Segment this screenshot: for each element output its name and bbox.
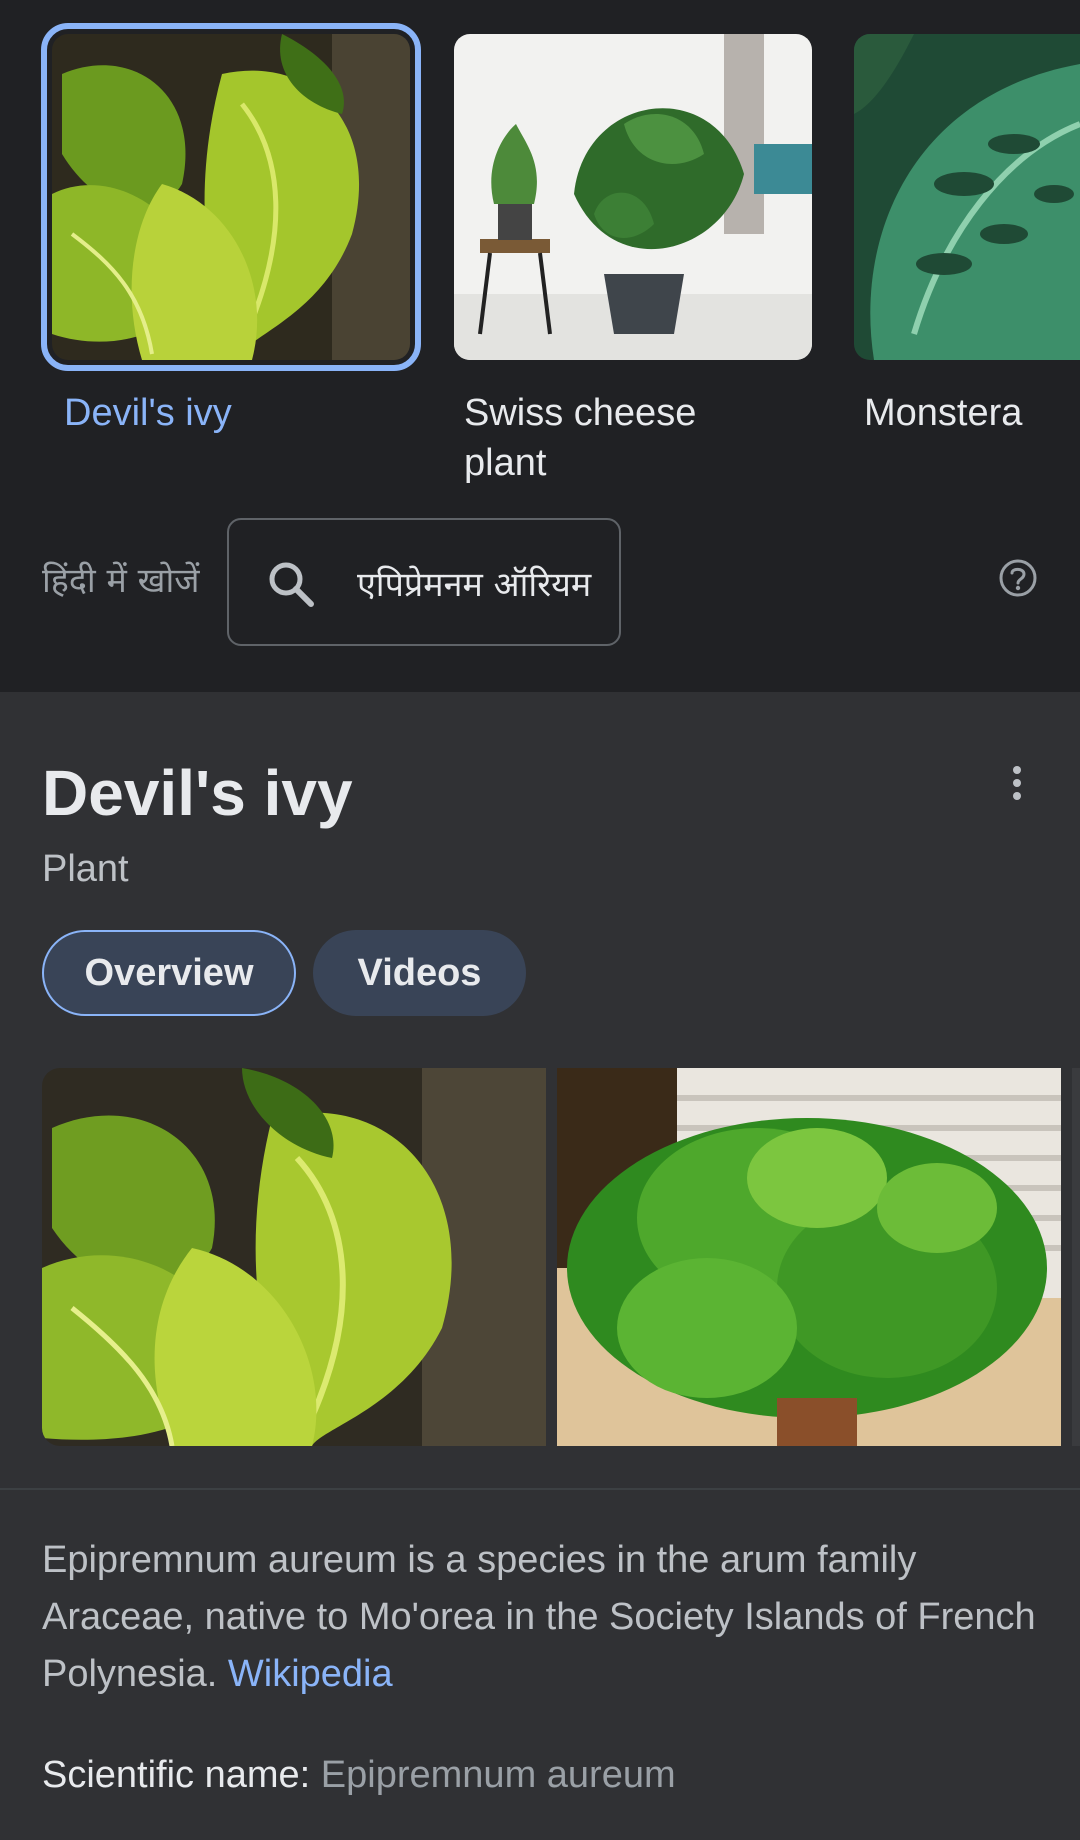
photo-devils-ivy-2[interactable] [557,1068,1061,1446]
related-plants-section: Devil's ivy Swiss cheese plant Monstera … [0,0,1080,692]
plant-photo [557,1068,1061,1446]
hindi-search-chip[interactable]: एपिप्रेमनम ऑरियम [227,518,621,646]
page-title: Devil's ivy [42,757,353,829]
devils-ivy-thumbnail [52,34,410,360]
entity-type: Plant [42,848,129,890]
tab-videos[interactable]: Videos [313,930,526,1016]
entity-description: Epipremnum aureum is a species in the ar… [42,1532,1042,1703]
monstera-thumbnail [854,34,1080,360]
more-options-icon[interactable] [1006,764,1028,809]
swiss-cheese-plant-thumbnail [454,34,812,360]
carousel-card-devils-ivy[interactable] [41,23,421,371]
search-icon [265,558,317,615]
photo-devils-ivy-1[interactable] [42,1068,546,1446]
scientific-name-row: Scientific name: Epipremnum aureum [42,1750,676,1800]
description-text: Epipremnum aureum is a species in the ar… [42,1539,1036,1695]
carousel-label-swiss-cheese-plant[interactable]: Swiss cheese plant [464,388,764,488]
wikipedia-link[interactable]: Wikipedia [228,1653,393,1695]
plant-photo [42,1068,546,1446]
hindi-search-query: एपिप्रेमनम ऑरियम [357,565,592,605]
photo-devils-ivy-3[interactable] [1072,1068,1080,1446]
carousel-label-devils-ivy[interactable]: Devil's ivy [64,388,232,438]
carousel-card-monstera[interactable] [854,34,1080,360]
carousel-card-swiss-cheese-plant[interactable] [454,34,812,360]
tab-overview[interactable]: Overview [42,930,296,1016]
scientific-name-value: Epipremnum aureum [320,1754,676,1796]
help-icon[interactable] [998,558,1038,603]
scientific-name-label: Scientific name: [42,1754,311,1796]
hindi-search-label: हिंदी में खोजें [42,561,200,601]
section-divider [0,1488,1080,1490]
carousel-label-monstera[interactable]: Monstera [864,388,1022,438]
